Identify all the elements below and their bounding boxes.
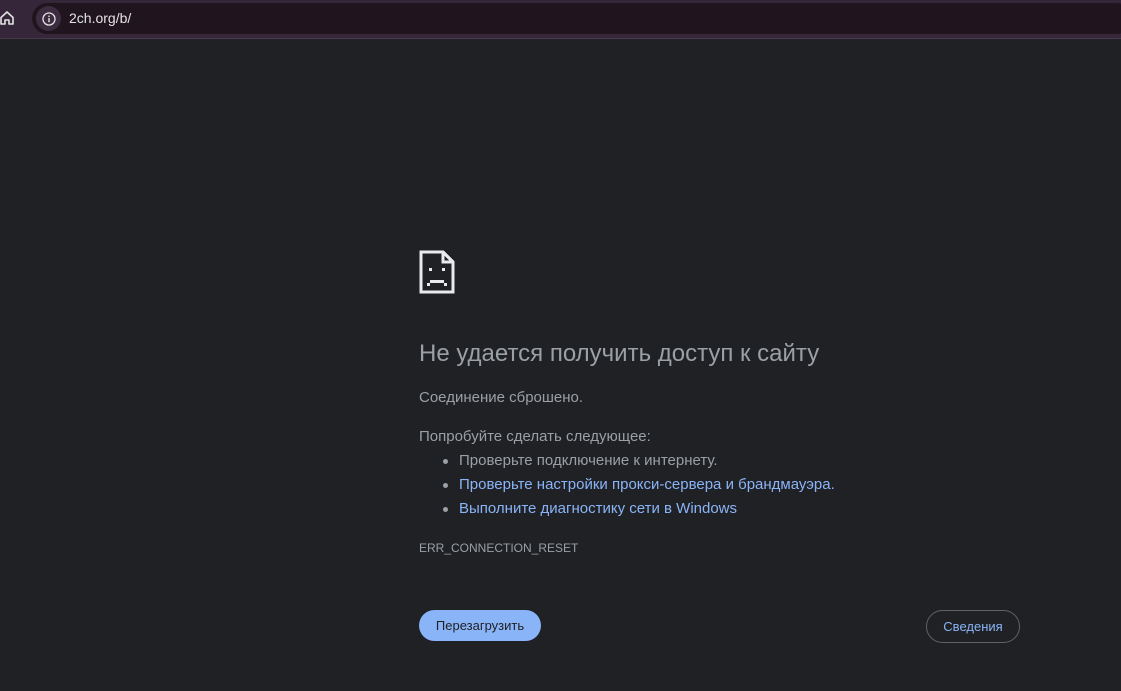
suggestions-heading: Попробуйте сделать следующее: <box>419 428 651 445</box>
site-info-button[interactable] <box>36 6 61 31</box>
browser-toolbar: 2ch.org/b/ <box>0 0 1121 39</box>
error-message: Соединение сброшено. <box>419 389 584 406</box>
suggestion-network-diagnostics: Выполните диагностику сети в Windows <box>419 500 835 524</box>
proxy-firewall-link[interactable]: Проверьте настройки прокси-сервера и бра… <box>459 476 835 493</box>
error-code: ERR_CONNECTION_RESET <box>419 541 579 555</box>
sad-file-icon <box>419 250 455 294</box>
home-button[interactable] <box>0 7 18 29</box>
suggestion-check-connection: Проверьте подключение к интернету. <box>419 452 835 476</box>
suggestion-text: Проверьте подключение к интернету. <box>459 452 718 469</box>
bullet-icon <box>443 507 448 512</box>
url-text: 2ch.org/b/ <box>69 10 132 26</box>
address-bar[interactable]: 2ch.org/b/ <box>32 3 1121 34</box>
suggestions-list: Проверьте подключение к интернету. Прове… <box>419 452 835 524</box>
details-button[interactable]: Сведения <box>926 610 1020 643</box>
suggestion-check-proxy: Проверьте настройки прокси-сервера и бра… <box>419 476 835 500</box>
info-icon <box>41 11 56 26</box>
bullet-icon <box>443 459 448 464</box>
error-title: Не удается получить доступ к сайту <box>419 340 820 367</box>
reload-button[interactable]: Перезагрузить <box>419 610 541 641</box>
network-diagnostics-link[interactable]: Выполните диагностику сети в Windows <box>459 500 737 517</box>
home-icon <box>0 11 14 25</box>
bullet-icon <box>443 483 448 488</box>
